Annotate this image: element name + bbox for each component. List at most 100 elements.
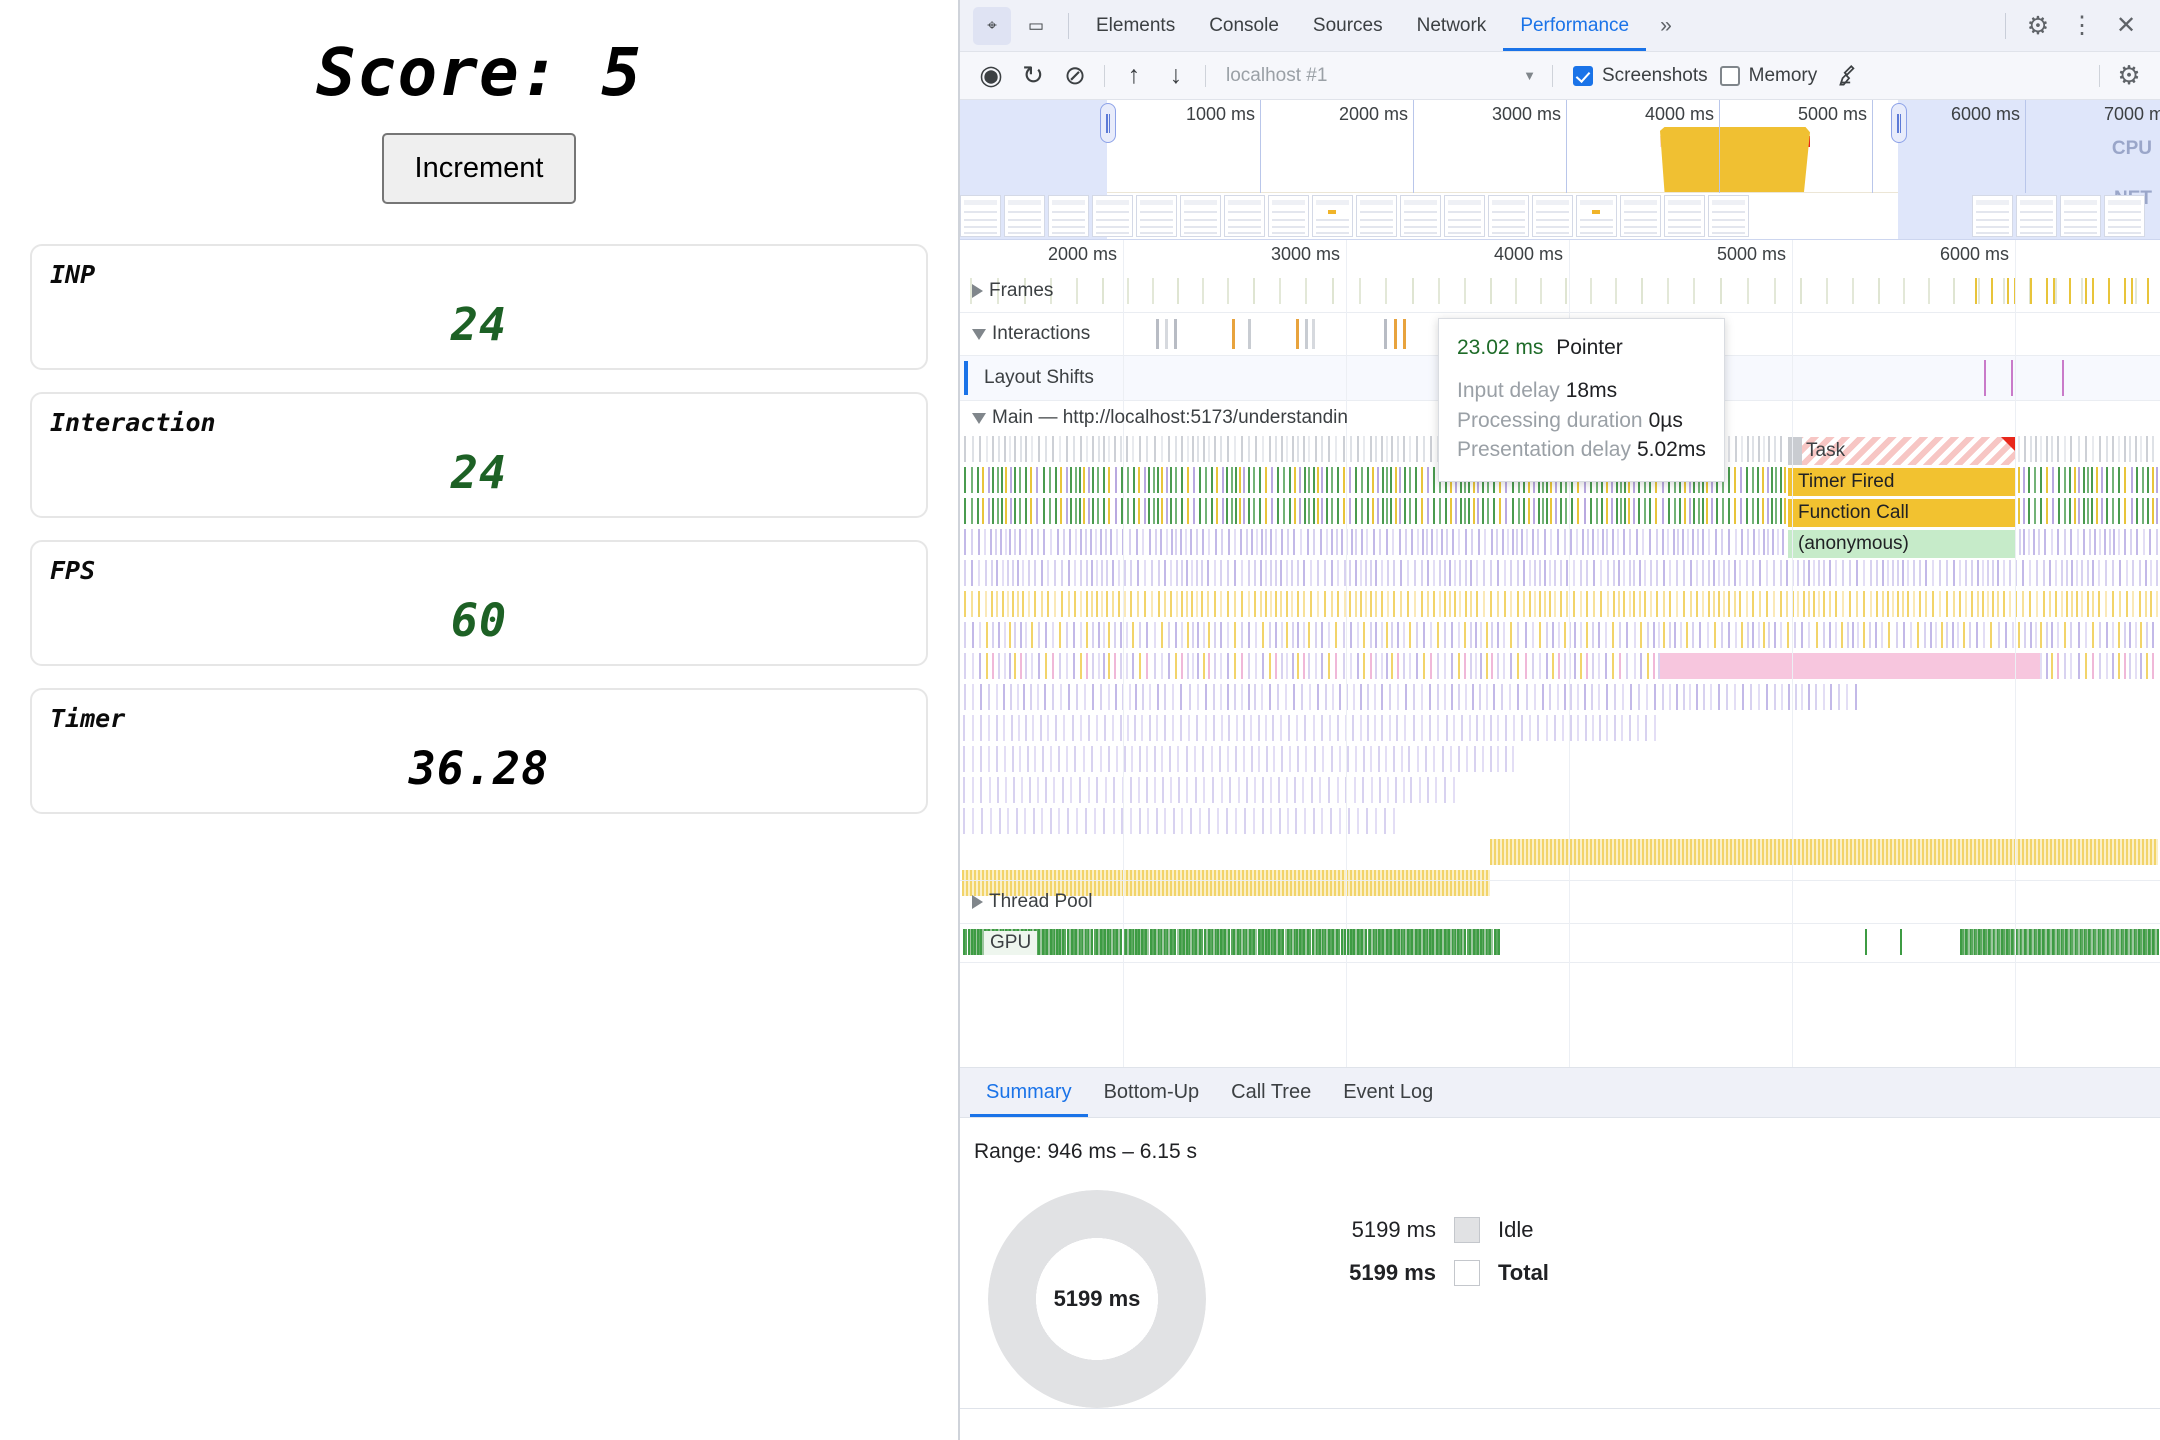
clear-recording-button[interactable]: ⊘ (1058, 59, 1092, 93)
screenshots-label: Screenshots (1602, 64, 1708, 86)
metric-card: FPS 60 (30, 540, 928, 666)
flame-tick-bar (2156, 929, 2159, 955)
flame-tick-bar (1366, 808, 1369, 834)
screenshots-checkbox[interactable]: Screenshots (1573, 65, 1708, 87)
more-options-icon[interactable]: ⋮ (2063, 7, 2101, 45)
screenshot-frame[interactable] (1708, 195, 1749, 237)
track-interactions-header[interactable]: Interactions (960, 313, 1090, 355)
screenshot-frame[interactable] (1092, 195, 1133, 237)
drawer-tab-bottom-up[interactable]: Bottom-Up (1088, 1068, 1216, 1117)
screenshot-frame[interactable] (1224, 195, 1265, 237)
screenshot-frame[interactable] (1576, 195, 1617, 237)
tab-sources[interactable]: Sources (1296, 0, 1400, 51)
flame-tick-bar (1138, 808, 1141, 834)
drawer-tab-call-tree[interactable]: Call Tree (1215, 1068, 1327, 1117)
more-tabs-icon[interactable]: » (1646, 14, 1686, 38)
track-thread-pool-header[interactable]: Thread Pool (960, 881, 1093, 923)
memory-checkbox[interactable]: Memory (1719, 65, 1817, 87)
screenshot-frame[interactable] (1664, 195, 1705, 237)
tab-console[interactable]: Console (1192, 0, 1296, 51)
flame-event-anonymous[interactable]: (anonymous) (1787, 529, 2017, 559)
overview-selection-end-handle[interactable] (1891, 103, 1907, 143)
upload-profile-icon[interactable]: ↑ (1117, 59, 1151, 93)
flame-gridline (1346, 240, 1347, 1067)
settings-gear-icon[interactable]: ⚙ (2019, 7, 2057, 45)
chevron-down-icon (972, 328, 986, 340)
increment-button[interactable]: Increment (381, 133, 577, 204)
legend-value: 5199 ms (1351, 1216, 1436, 1242)
drawer-tab-event-log[interactable]: Event Log (1327, 1068, 1449, 1117)
flame-chart[interactable]: 2000 ms 3000 ms 4000 ms 5000 ms 6000 ms Fram… (960, 240, 2160, 1068)
flame-tick-bar (1261, 808, 1264, 834)
record-button[interactable]: ◉ (974, 59, 1008, 93)
flame-tick-bar (1049, 808, 1052, 834)
track-gpu[interactable]: GPU (960, 924, 2160, 960)
flame-event-task[interactable]: Task (1787, 436, 2017, 466)
capture-settings-gear-icon[interactable]: ⚙ (2112, 59, 2146, 93)
metric-card: Timer 36.28 (30, 688, 928, 814)
screenshot-frame[interactable] (2060, 195, 2101, 237)
drawer-tab-group: Summary Bottom-Up Call Tree Event Log (960, 1068, 2160, 1118)
drawer-tab-summary[interactable]: Summary (970, 1068, 1088, 1117)
flame-tick-bar (1270, 808, 1273, 834)
screenshot-frame[interactable] (2104, 195, 2145, 237)
download-profile-icon[interactable]: ↓ (1159, 59, 1193, 93)
tab-performance[interactable]: Performance (1503, 0, 1646, 51)
cpu-track-label: CPU (2111, 138, 2152, 159)
range-label: Range: 946 ms – 6.15 s (974, 1140, 1197, 1163)
score-heading: Score: 5 (316, 34, 642, 111)
broom-icon[interactable] (1831, 59, 1865, 93)
track-gpu-label: GPU (984, 931, 1038, 955)
track-divider-6 (960, 962, 2160, 963)
screenshot-frame[interactable] (2016, 195, 2057, 237)
screenshot-frame[interactable] (1620, 195, 1661, 237)
track-main-header[interactable]: Main — http://localhost:5173/understandi… (960, 401, 1348, 435)
screenshot-frame[interactable] (1444, 195, 1485, 237)
reload-and-record-button[interactable]: ↻ (1016, 59, 1050, 93)
flame-tick-bar (1392, 808, 1395, 834)
screenshot-filmstrip[interactable] (960, 193, 2160, 239)
track-thread-pool[interactable]: Thread Pool (960, 881, 2160, 923)
screenshot-frame[interactable] (1356, 195, 1397, 237)
flame-event-timer-fired[interactable]: Timer Fired (1787, 467, 2017, 497)
legend-row[interactable]: 5199 ms Idle (1316, 1208, 1549, 1251)
tab-elements[interactable]: Elements (1079, 0, 1192, 51)
increment-button-wrapper: Increment (30, 133, 928, 204)
activity-donut-chart[interactable]: 5199 ms (988, 1190, 1206, 1408)
overview-gridline (2025, 100, 2026, 193)
flame-tick-bar (1181, 808, 1184, 834)
screenshot-frame[interactable] (1972, 195, 2013, 237)
perfbar-right: ⚙ (2091, 59, 2150, 93)
screenshot-frame[interactable] (1268, 195, 1309, 237)
flame-tick-bar (1103, 808, 1106, 834)
timeline-overview[interactable]: 1000 ms 2000 ms 3000 ms 4000 ms 5000 ms 6000 … (960, 100, 2160, 240)
session-select[interactable]: localhost #1 ▼ (1214, 65, 1544, 87)
overview-gridline (1872, 100, 1873, 193)
main-flame-pink-block[interactable] (1660, 653, 2040, 679)
screenshot-frame[interactable] (1488, 195, 1529, 237)
screenshot-frame[interactable] (1004, 195, 1045, 237)
metric-value: 60 (450, 594, 508, 647)
screenshot-frame[interactable] (1180, 195, 1221, 237)
screenshot-frame[interactable] (1400, 195, 1441, 237)
flame-event-function-call[interactable]: Function Call (1787, 498, 2017, 528)
overview-selection-start-handle[interactable] (1100, 103, 1116, 143)
screenshot-frame[interactable] (1136, 195, 1177, 237)
screenshot-frame[interactable] (1312, 195, 1353, 237)
close-devtools-icon[interactable]: ✕ (2107, 7, 2145, 45)
legend-row[interactable]: 5199 ms Total (1316, 1251, 1549, 1294)
track-frames-header[interactable]: Frames (960, 270, 1053, 312)
metric-value: 24 (450, 298, 508, 351)
tab-network[interactable]: Network (1400, 0, 1504, 51)
main-flame-long-block[interactable] (1490, 839, 2158, 865)
screenshot-frame[interactable] (960, 195, 1001, 237)
overview-tick: 3000 ms (1491, 104, 1561, 124)
legend-swatch (1454, 1216, 1480, 1243)
track-layout-shifts-header[interactable]: Layout Shifts (960, 356, 1094, 400)
track-interactions-label: Interactions (992, 323, 1091, 344)
screenshot-frame[interactable] (1048, 195, 1089, 237)
flame-tick-bar (1094, 808, 1097, 834)
screenshot-frame[interactable] (1532, 195, 1573, 237)
device-toolbar-icon[interactable]: ▭ (1017, 7, 1055, 45)
inspect-element-icon[interactable]: ⌖ (973, 6, 1011, 45)
